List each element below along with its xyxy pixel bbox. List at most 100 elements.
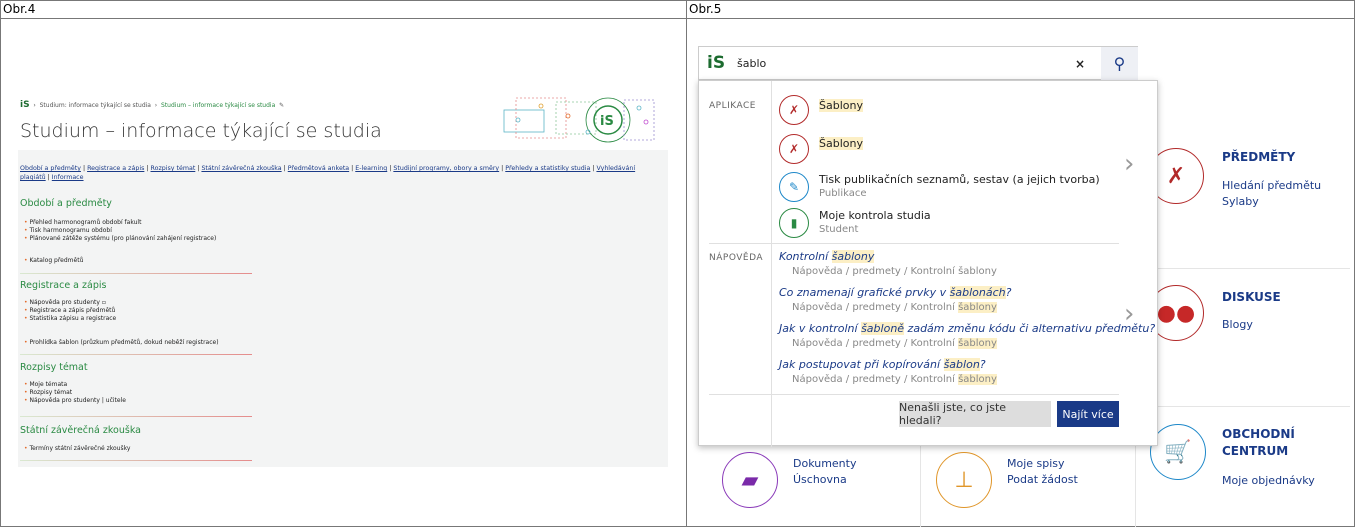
help-result[interactable]: Co znamenají grafické prvky v šablonách? xyxy=(779,286,1011,299)
section-nav: Období a předměty | Registrace a zápis |… xyxy=(20,164,660,182)
list-item[interactable]: Registrace a zápis předmětů xyxy=(24,307,115,314)
tile-divider xyxy=(1135,406,1350,407)
tile-link[interactable]: Moje objednávky xyxy=(1222,474,1315,487)
tile-title[interactable]: PŘEDMĚTY xyxy=(1222,150,1295,164)
help-text: Jak postupovat při kopírování xyxy=(779,358,944,371)
list-item[interactable]: Nápověda pro studenty ▫ xyxy=(24,299,106,306)
pin-icon[interactable]: ✎ xyxy=(279,102,284,109)
tile-link[interactable]: Podat žádost xyxy=(1007,473,1078,486)
tile-link[interactable]: Moje spisy xyxy=(1007,457,1065,470)
stamp-icon: ⊥ xyxy=(936,452,992,508)
list-item[interactable]: Rozpisy témat xyxy=(24,389,72,396)
help-text: Jak v kontrolní xyxy=(779,322,862,335)
svg-text:iS: iS xyxy=(600,114,614,129)
dropdown-divider xyxy=(709,394,1119,395)
find-more-button[interactable]: Najít více xyxy=(1057,401,1119,427)
help-label: NÁPOVĚDA xyxy=(709,253,764,263)
chevron-right-icon[interactable]: › xyxy=(1124,299,1134,329)
list-item[interactable]: Přehled harmonogramů období fakult xyxy=(24,219,141,226)
nav-link[interactable]: Informace xyxy=(52,174,84,181)
section-title: Státní závěrečná zkouška xyxy=(20,425,141,436)
search-input[interactable]: šablo xyxy=(737,57,766,70)
is-logo[interactable]: iS xyxy=(20,100,30,110)
section-title: Rozpisy témat xyxy=(20,362,88,373)
breadcrumb: iS › Studium: informace týkající se stud… xyxy=(20,100,285,110)
help-path: Nápověda / predmety / Kontrolní šablony xyxy=(792,338,997,349)
breadcrumb-item-1[interactable]: Studium: informace týkající se studia xyxy=(40,102,151,109)
list-item[interactable]: Prohlídka šablon (průzkum předmětů, doku… xyxy=(24,339,218,346)
help-text: Co znamenají grafické prvky v xyxy=(779,286,950,299)
folder-icon: ▰ xyxy=(722,452,778,508)
divider xyxy=(20,354,252,355)
tile-title[interactable]: OBCHODNÍ xyxy=(1222,427,1295,441)
nav-link[interactable]: Registrace a zápis xyxy=(87,165,144,172)
nav-link[interactable]: Přehledy a statistiky studia xyxy=(505,165,590,172)
list-item-label: Nápověda pro studenty xyxy=(29,299,100,306)
divider xyxy=(20,273,252,274)
tile-link[interactable]: Hledání předmětu xyxy=(1222,179,1321,192)
nav-link[interactable]: Studijní programy, obory a směry xyxy=(393,165,499,172)
apps-label: APLIKACE xyxy=(709,101,756,111)
tile-link[interactable]: Dokumenty xyxy=(793,457,856,470)
tile-link[interactable]: Úschovna xyxy=(793,473,847,486)
help-highlight: šabloně xyxy=(861,322,905,335)
list-item[interactable]: Termíny státní závěrečné zkoušky xyxy=(24,445,130,452)
templates-icon: ✗ xyxy=(779,95,809,125)
chevron-right-icon[interactable]: › xyxy=(1124,149,1134,179)
section-title: Období a předměty xyxy=(20,198,112,209)
help-result[interactable]: Jak v kontrolní šabloně zadám změnu kódu… xyxy=(779,322,1155,335)
nav-link[interactable]: E-learning xyxy=(355,165,387,172)
nav-link[interactable]: Předmětová anketa xyxy=(288,165,349,172)
help-highlight: šablonách xyxy=(949,286,1006,299)
list-item[interactable]: Tisk harmonogramu období xyxy=(24,227,111,234)
app-subtitle: Student xyxy=(819,224,859,235)
templates-icon: ✗ xyxy=(779,134,809,164)
help-highlight: šablon xyxy=(943,358,980,371)
help-text: Kontrolní xyxy=(779,250,832,263)
help-text: zadám změnu kódu či alternativu předmětu… xyxy=(904,322,1156,335)
search-bar: iS šablo × ⚲ xyxy=(698,46,1138,80)
tile-link[interactable]: Blogy xyxy=(1222,318,1253,331)
caption-divider xyxy=(0,18,1355,19)
help-path-highlight: šablony xyxy=(958,302,997,313)
divider xyxy=(20,416,252,417)
list-item[interactable]: Nápověda pro studenty | učitele xyxy=(24,397,126,404)
search-suggestions: APLIKACE ✗ Šablony ✗ Šablony ✎ Tisk publ… xyxy=(698,80,1158,447)
help-path-highlight: šablony xyxy=(958,374,997,385)
cart-icon: 🛒 xyxy=(1150,424,1206,480)
search-icon: ⚲ xyxy=(1113,54,1126,73)
tile-link[interactable]: Sylaby xyxy=(1222,195,1259,208)
tile-title[interactable]: DISKUSE xyxy=(1222,290,1281,304)
nav-link[interactable]: Rozpisy témat xyxy=(151,165,196,172)
clear-icon[interactable]: × xyxy=(1075,57,1085,71)
publications-icon: ✎ xyxy=(779,172,809,202)
list-item[interactable]: Statistika zápisu a registrace xyxy=(24,315,116,322)
help-path: Nápověda / predmety / Kontrolní šablony xyxy=(792,266,997,277)
search-button[interactable]: ⚲ xyxy=(1101,47,1138,80)
not-found-button[interactable]: Nenašli jste, co jste hledali? xyxy=(899,401,1051,427)
help-result[interactable]: Jak postupovat při kopírování šablon? xyxy=(779,358,986,371)
divider xyxy=(20,460,252,461)
app-title[interactable]: Moje kontrola studia xyxy=(819,209,931,222)
list-item[interactable]: Katalog předmětů xyxy=(24,257,83,264)
tile-title[interactable]: CENTRUM xyxy=(1222,444,1288,458)
list-item[interactable]: Plánované zátěže systému (pro plánování … xyxy=(24,235,216,242)
dropdown-divider xyxy=(771,81,772,447)
app-title[interactable]: Šablony xyxy=(819,99,863,112)
app-title[interactable]: Tisk publikačních seznamů, sestav (a jej… xyxy=(819,173,1100,186)
app-subtitle: Publikace xyxy=(819,188,867,199)
page-title: Studium – informace týkající se studia xyxy=(20,120,382,142)
help-path-text: Nápověda / predmety / Kontrolní xyxy=(792,302,959,313)
breadcrumb-item-2[interactable]: Studium – informace týkající se studia xyxy=(161,102,275,109)
help-result[interactable]: Kontrolní šablony xyxy=(779,250,875,263)
help-path-text: Nápověda / predmety / Kontrolní xyxy=(792,338,959,349)
help-highlight: šablony xyxy=(831,250,875,263)
nav-link[interactable]: Státní závěrečná zkouška xyxy=(201,165,281,172)
list-item[interactable]: Moje témata xyxy=(24,381,67,388)
page-header: iS › Studium: informace týkající se stud… xyxy=(18,92,668,150)
is-logo[interactable]: iS xyxy=(707,53,725,73)
app-title[interactable]: Šablony xyxy=(819,137,863,150)
tile-divider xyxy=(1135,268,1350,269)
help-path: Nápověda / predmety / Kontrolní šablony xyxy=(792,302,997,313)
nav-link[interactable]: Období a předměty xyxy=(20,165,81,172)
